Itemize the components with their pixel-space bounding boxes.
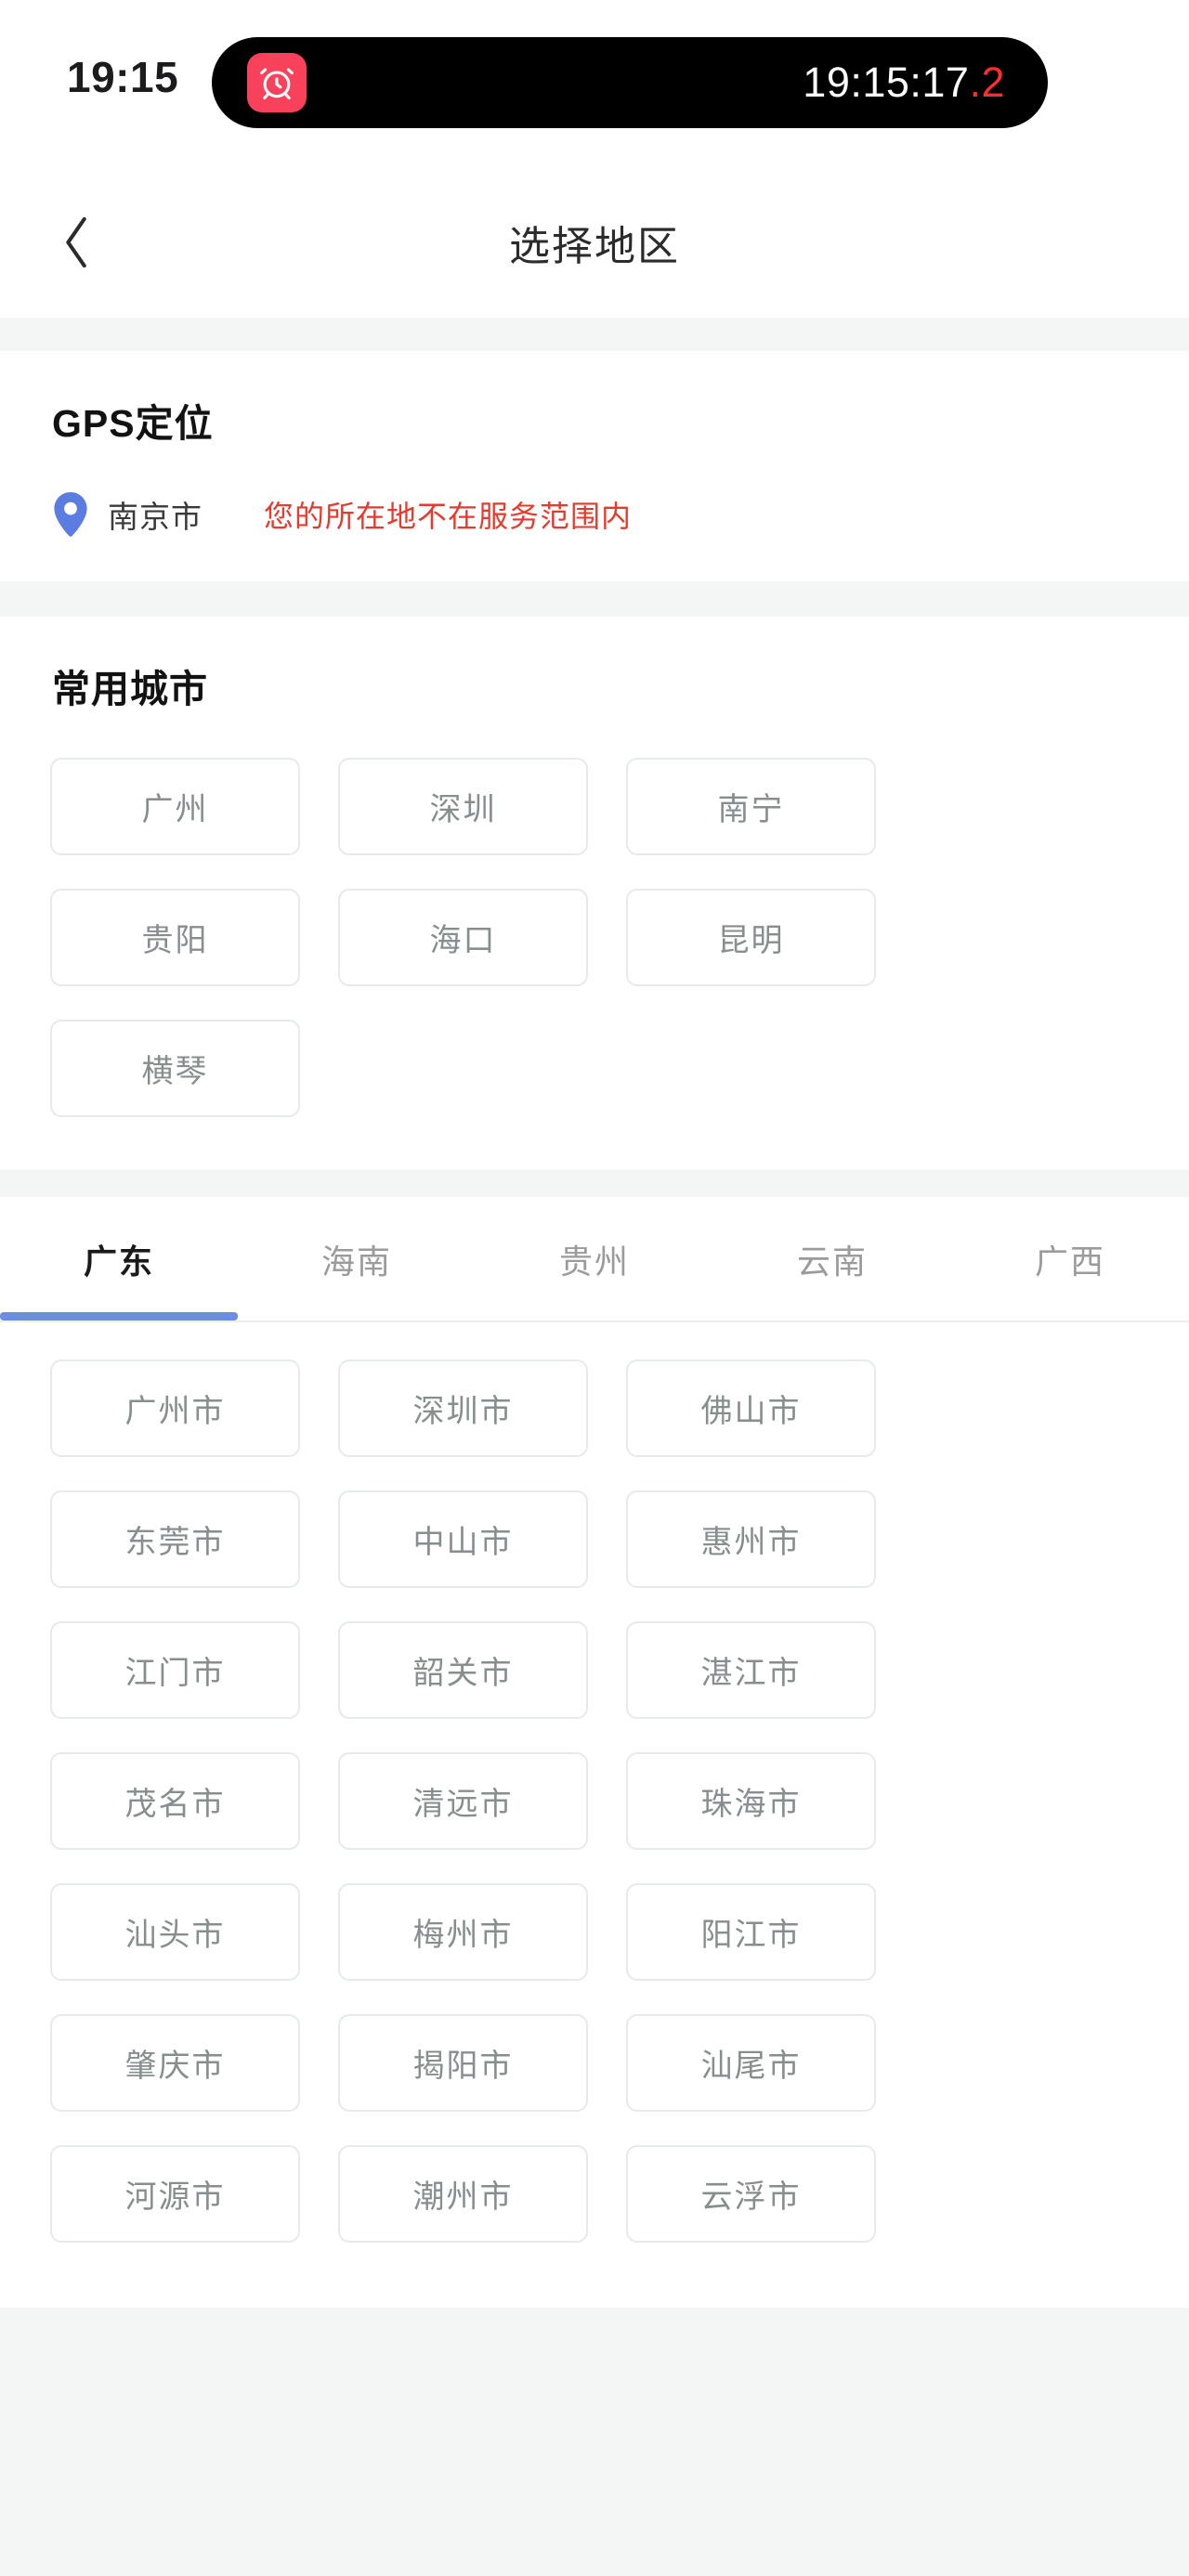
province-city-chip-label: 云浮市 [700,2179,802,2215]
province-city-chip[interactable]: 河源市 [50,2145,300,2243]
province-city-chip[interactable]: 韶关市 [338,1621,588,1719]
province-city-chip-label: 汕头市 [124,1918,226,1953]
chevron-left-icon [66,216,86,268]
gps-section: GPS定位 南京市 您的所在地不在服务范围内 [0,351,1189,581]
province-city-chip-label: 东莞市 [124,1525,226,1560]
province-city-chip[interactable]: 江门市 [50,1621,300,1719]
province-tab-贵州[interactable]: 贵州 [476,1197,713,1321]
province-tab-label: 海南 [320,1242,392,1281]
province-city-chip-label: 深圳市 [412,1394,514,1429]
province-city-chip-label: 汕尾市 [700,2049,802,2084]
province-city-chip-label: 惠州市 [700,1525,802,1560]
province-city-chip-label: 潮州市 [412,2179,514,2215]
province-city-chip-label: 珠海市 [700,1787,802,1822]
common-city-chip[interactable]: 南宁 [626,758,876,855]
active-tab-underline [0,1312,238,1321]
common-cities-title: 常用城市 [52,668,208,710]
province-section: 广东 海南 贵州 云南 广西 广州市 深圳市 佛山市东莞市 中山市 惠州市江门市 韶关市 湛江市茂名… [0,1197,1189,2308]
common-city-chip-label: 广州 [141,792,209,827]
province-city-chip[interactable]: 珠海市 [626,1752,876,1850]
status-bar: 19:15 19:15:17.2 [0,0,1189,167]
province-city-chip-label: 梅州市 [412,1918,514,1953]
common-city-chip-label: 昆明 [717,923,785,958]
common-city-chip[interactable]: 昆明 [626,889,876,986]
province-city-chip[interactable]: 揭阳市 [338,2014,588,2112]
common-city-chip-label: 南宁 [717,792,785,827]
province-tab-label: 广东 [83,1242,154,1281]
province-city-chip-label: 阳江市 [700,1918,802,1953]
dynamic-island[interactable]: 19:15:17.2 [212,37,1048,128]
province-city-chip[interactable]: 云浮市 [626,2145,876,2243]
province-city-chip-label: 湛江市 [700,1656,802,1691]
alarm-clock-icon [247,53,307,112]
province-tab-bar: 广东 海南 贵州 云南 广西 [0,1197,1189,1322]
province-tab-广东[interactable]: 广东 [0,1197,238,1321]
province-city-chip[interactable]: 汕头市 [50,1883,300,1981]
island-timer-main: 19:15:17 [803,59,970,106]
province-city-chip-label: 佛山市 [700,1394,802,1429]
province-city-chip[interactable]: 中山市 [338,1490,588,1588]
province-tab-label: 广西 [1034,1242,1105,1281]
common-city-chip-label: 横琴 [141,1054,209,1089]
island-timer-fraction: .2 [969,59,1005,106]
common-city-chip-label: 深圳 [429,792,497,827]
province-city-chip[interactable]: 阳江市 [626,1883,876,1981]
section-divider-1 [0,318,1189,351]
province-tab-海南[interactable]: 海南 [238,1197,476,1321]
province-city-chip-label: 韶关市 [412,1656,514,1691]
province-city-chip[interactable]: 惠州市 [626,1490,876,1588]
island-timer: 19:15:17.2 [803,59,1005,107]
province-city-chip-label: 肇庆市 [124,2049,226,2084]
common-city-chip[interactable]: 海口 [338,889,588,986]
province-tab-广西[interactable]: 广西 [951,1197,1189,1321]
bottom-area [0,2308,1189,2576]
province-city-chip-label: 中山市 [412,1525,514,1560]
gps-location-row[interactable]: 南京市 您的所在地不在服务范围内 [52,492,1189,537]
common-city-chip[interactable]: 横琴 [50,1020,300,1117]
common-city-chip[interactable]: 深圳 [338,758,588,855]
page-title: 选择地区 [509,224,680,269]
province-city-chip[interactable]: 广州市 [50,1360,300,1457]
common-cities-section: 常用城市 广州 深圳 南宁贵阳 海口 昆明横琴 [0,617,1189,1169]
province-city-chip[interactable]: 清远市 [338,1752,588,1850]
nav-bar: 选择地区 [0,167,1189,318]
province-city-chip[interactable]: 潮州市 [338,2145,588,2243]
gps-warning-text: 您的所在地不在服务范围内 [264,500,633,533]
phone-screen: 19:15 19:15:17.2 选择地区 GPS定位 南京市 您的所在地不在服… [0,0,1189,2576]
province-city-chip-label: 河源市 [124,2179,226,2215]
location-pin-icon [54,492,87,537]
province-city-chip[interactable]: 佛山市 [626,1360,876,1457]
province-city-chip[interactable]: 梅州市 [338,1883,588,1981]
province-city-chip[interactable]: 茂名市 [50,1752,300,1850]
province-city-chip-label: 江门市 [124,1656,226,1691]
province-city-chip[interactable]: 汕尾市 [626,2014,876,2112]
province-city-chip-label: 揭阳市 [412,2049,514,2084]
province-city-chip[interactable]: 湛江市 [626,1621,876,1719]
common-city-chip-label: 贵阳 [141,923,209,958]
common-city-chip-label: 海口 [429,923,497,958]
province-tab-云南[interactable]: 云南 [713,1197,951,1321]
province-city-chip-label: 茂名市 [124,1787,226,1822]
province-city-chip-label: 清远市 [412,1787,514,1822]
province-cities-grid: 广州市 深圳市 佛山市东莞市 中山市 惠州市江门市 韶关市 湛江市茂名市 清远市 珠海市汕头市 梅… [0,1360,1189,2243]
province-city-chip[interactable]: 肇庆市 [50,2014,300,2112]
section-divider-3 [0,1169,1189,1197]
province-city-chip[interactable]: 东莞市 [50,1490,300,1588]
back-button[interactable] [45,210,110,275]
province-city-chip-label: 广州市 [124,1394,226,1429]
province-tab-label: 贵州 [558,1242,630,1281]
section-divider-2 [0,581,1189,617]
status-bar-clock: 19:15 [67,53,179,101]
gps-city-label: 南京市 [108,500,203,534]
gps-section-title: GPS定位 [52,402,214,445]
province-city-chip[interactable]: 深圳市 [338,1360,588,1457]
province-tab-label: 云南 [796,1242,868,1281]
common-cities-grid: 广州 深圳 南宁贵阳 海口 昆明横琴 [0,758,1189,1117]
common-city-chip[interactable]: 贵阳 [50,889,300,986]
common-city-chip[interactable]: 广州 [50,758,300,855]
